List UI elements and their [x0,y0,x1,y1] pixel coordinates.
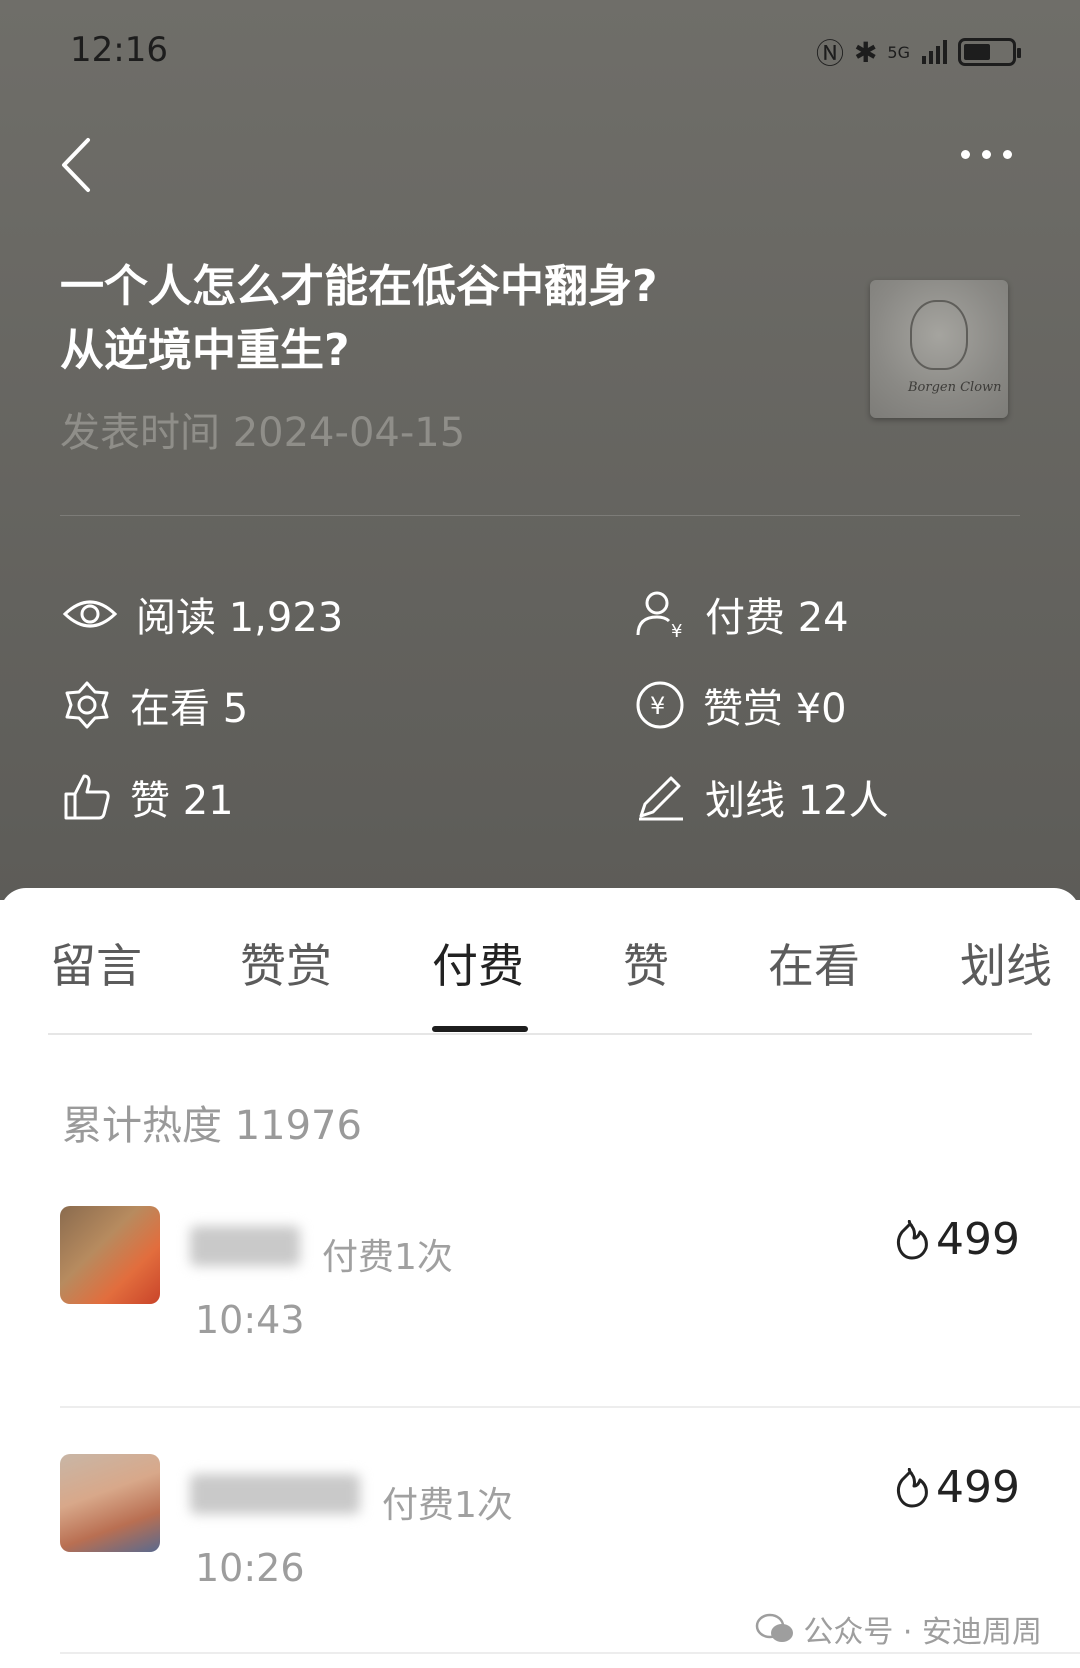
signal-icon [922,40,947,64]
like-count: 赞 21 [62,768,234,826]
heat-amount: 499 [894,1462,1020,1513]
read-count: 阅读 1,923 [62,585,343,643]
reward-amount: ¥ 赞赏 ¥0 [635,676,847,734]
detail-sheet: 留言 赞赏 付费 赞 在看 划线 累计热度 11976 付费1次 10:43 4… [0,888,1080,1668]
row-divider [60,1406,1080,1408]
publish-date: 发表时间 2024-04-15 [60,410,466,456]
bluetooth-icon: ✱ [853,35,878,69]
row-divider [60,1652,1080,1654]
avatar [60,1454,160,1552]
network-label: 5G [887,42,910,62]
eye-icon [62,600,118,628]
article-thumbnail: Borgen Clown [870,280,1008,418]
more-options-icon[interactable] [961,150,1012,159]
article-title: 一个人怎么才能在低谷中翻身? 从逆境中重生? [60,261,658,376]
tab-bar: 留言 赞赏 付费 赞 在看 划线 [0,888,1080,1035]
heat-total: 累计热度 11976 [62,1103,362,1149]
watching-icon [65,681,109,729]
article-header: 12:16 Ⓝ ✱ 5G 一个人怎么才能在低谷中翻身? 从逆境中重生? 发表时间… [0,0,1080,900]
tab-likes[interactable]: 赞 [623,930,669,996]
avatar [60,1206,160,1304]
tab-highlights[interactable]: 划线 [960,930,1052,996]
watermark: 公众号 · 安迪周周 [755,1607,1042,1651]
tab-paid[interactable]: 付费 [432,930,524,996]
pay-time: 10:26 [195,1546,305,1590]
tab-rewards[interactable]: 赞赏 [240,930,332,996]
tabs-divider [48,1033,1032,1035]
list-item[interactable]: 付费1次 10:43 499 [0,1206,1080,1451]
status-icons: Ⓝ ✱ 5G [815,32,1021,72]
svg-text:¥: ¥ [671,621,682,639]
pay-time: 10:43 [195,1298,305,1342]
thumbs-up-icon [64,774,110,820]
watching-count: 在看 5 [62,676,248,734]
pencil-icon [639,776,683,821]
back-icon[interactable] [58,135,98,195]
svg-text:¥: ¥ [650,692,665,720]
user-name-blurred [190,1226,300,1266]
paid-count: ¥ 付费 24 [635,585,849,643]
heat-amount: 499 [894,1214,1020,1265]
yen-coin-icon: ¥ [636,681,684,729]
pay-count: 付费1次 [382,1485,513,1526]
user-yen-icon: ¥ [636,591,682,639]
header-divider [60,515,1020,516]
status-time: 12:16 [70,30,168,70]
tab-watching[interactable]: 在看 [768,930,860,996]
battery-icon [958,38,1021,66]
wechat-icon [756,1613,794,1642]
pay-count: 付费1次 [322,1237,453,1278]
highlight-count: 划线 12人 [635,768,889,826]
nfc-icon: Ⓝ [815,37,844,70]
flame-icon [896,1467,928,1507]
user-name-blurred [190,1474,360,1514]
tab-comments[interactable]: 留言 [50,930,142,996]
active-tab-indicator [432,1026,528,1032]
flame-icon [896,1219,928,1259]
